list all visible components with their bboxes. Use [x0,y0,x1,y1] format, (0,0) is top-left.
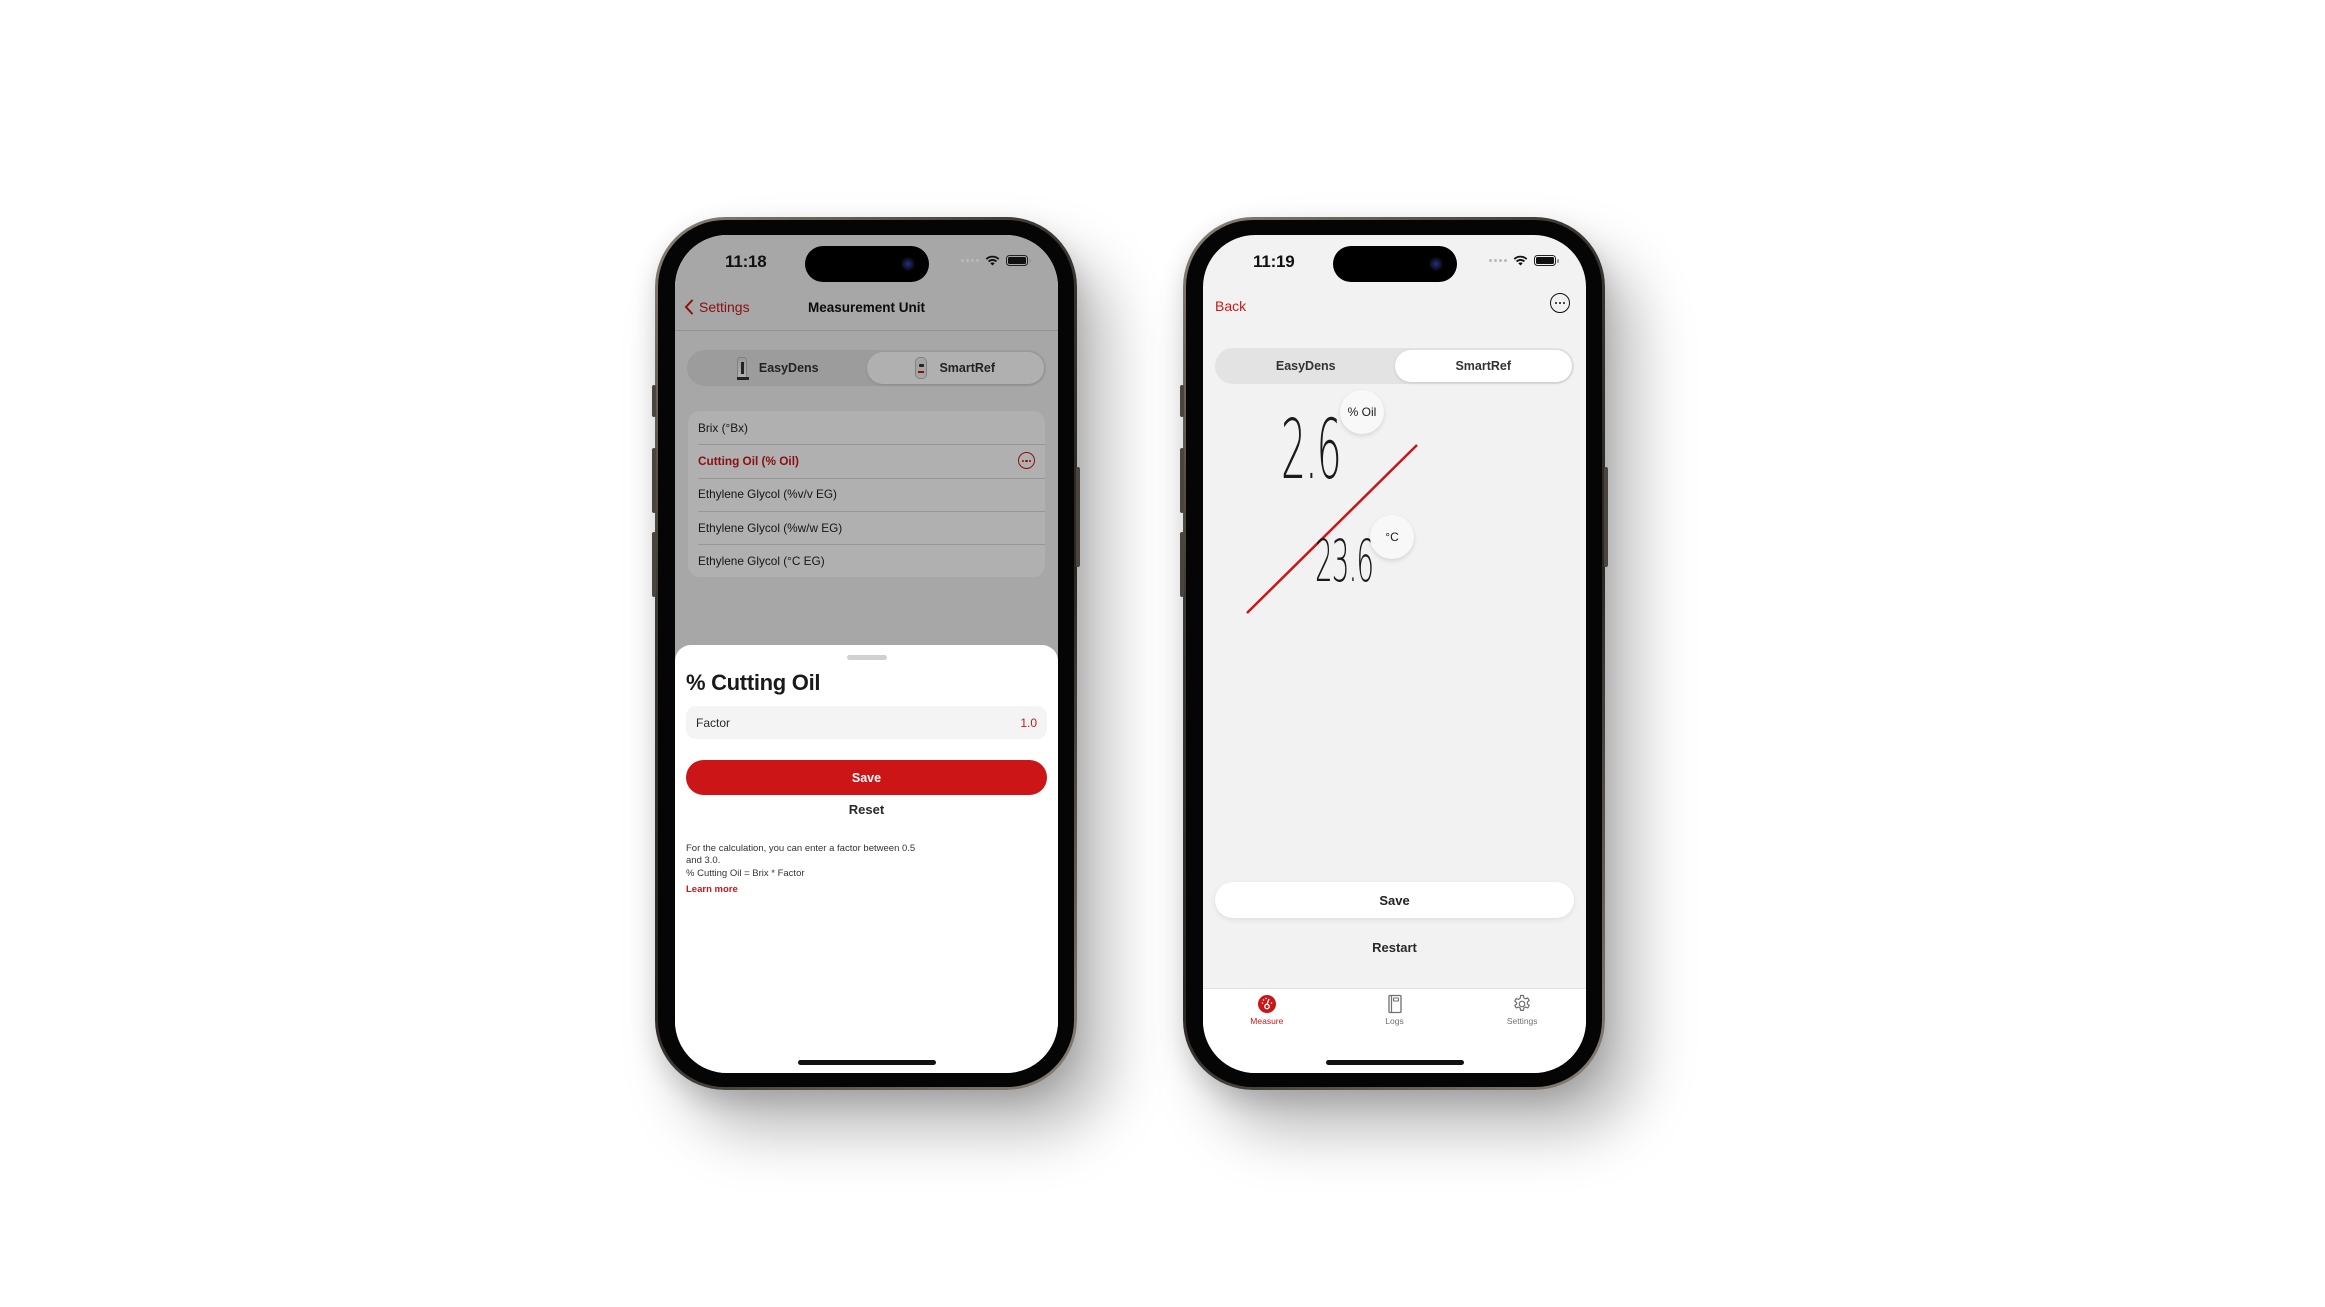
back-button[interactable]: Back [1215,298,1246,314]
sheet-title: % Cutting Oil [686,670,821,695]
signal-icon [961,259,979,262]
battery-icon [1006,255,1031,266]
notebook-icon [1387,994,1402,1014]
tab-label: Measure [1250,1016,1284,1026]
screen: 11:18 Settings Measurement Unit EasyDens… [675,235,1058,1073]
help-text: For the calculation, you can enter a fac… [686,843,916,879]
unit-bubble-temperature[interactable]: °C [1370,515,1414,559]
volume-down-button [1180,532,1184,597]
measured-value: 2.6 [1281,403,1342,498]
dynamic-island [1332,246,1457,282]
dynamic-island [804,246,929,282]
factor-bottom-sheet: % Cutting Oil Factor 1.0 Save Reset For … [675,645,1058,1073]
factor-input[interactable]: Factor 1.0 [686,706,1047,739]
home-indicator[interactable] [1325,1060,1464,1065]
unit-bubble-oil[interactable]: % Oil [1340,390,1384,434]
battery-icon [1534,255,1559,266]
tab-settings[interactable]: Settings [1458,989,1586,1073]
reading-display: 2.6 % Oil 23.6 °C [1203,355,1586,685]
action-button [652,385,656,417]
factor-label: Factor [696,715,731,730]
signal-icon [1489,259,1507,262]
factor-value[interactable]: 1.0 [1020,716,1037,730]
volume-up-button [652,448,656,513]
learn-more-link[interactable]: Learn more [686,884,738,895]
gauge-icon [1257,995,1276,1013]
status-time: 11:19 [1253,252,1295,271]
volume-up-button [1180,448,1184,513]
volume-down-button [652,532,656,597]
phone-measurement-unit: 11:18 Settings Measurement Unit EasyDens… [652,217,1080,1090]
home-indicator[interactable] [797,1060,936,1065]
tab-measure[interactable]: Measure [1203,989,1331,1073]
screen: 11:19 Back EasyDens SmartRef 2.6 % Oil 2… [1203,235,1586,1073]
tab-label: Logs [1385,1016,1404,1026]
temperature-value: 23.6 [1315,527,1374,595]
power-button [1076,467,1080,567]
power-button [1604,467,1608,567]
action-button [1180,385,1184,417]
reset-button[interactable]: Reset [675,802,1058,817]
wifi-icon [985,255,1000,266]
save-button[interactable]: Save [686,760,1047,795]
sheet-grabber[interactable] [846,655,887,660]
tab-label: Settings [1506,1016,1538,1026]
wifi-icon [1513,255,1528,266]
save-button[interactable]: Save [1215,882,1574,918]
phone-measure: 11:19 Back EasyDens SmartRef 2.6 % Oil 2… [1180,217,1608,1090]
gear-icon [1514,994,1530,1011]
status-time: 11:18 [725,252,767,271]
more-circle-icon[interactable] [1550,293,1570,313]
restart-button[interactable]: Restart [1203,940,1586,955]
